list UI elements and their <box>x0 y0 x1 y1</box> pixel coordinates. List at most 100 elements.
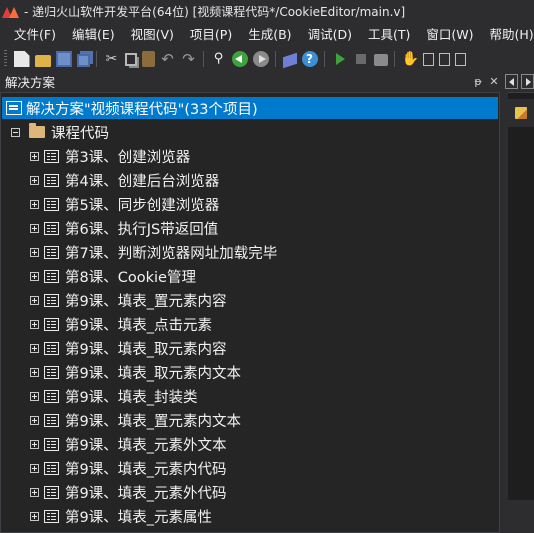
window-tool-icon[interactable] <box>438 53 450 66</box>
solution-root-node[interactable]: 解决方案"视频课程代码"(33个项目) <box>2 97 498 119</box>
menu-file[interactable]: 文件(F) <box>0 24 63 43</box>
toolbar-grip[interactable] <box>4 50 7 68</box>
tree-project-row[interactable]: 第7课、判断浏览器网址加载完毕 <box>30 240 277 264</box>
project-icon <box>44 485 59 499</box>
undo-icon[interactable]: ↶ <box>160 51 176 67</box>
tree-project-row[interactable]: 第6课、执行JS带返回值 <box>30 216 218 240</box>
window-tool-icon[interactable] <box>454 53 466 66</box>
save-icon[interactable] <box>55 51 72 67</box>
project-icon <box>44 317 59 331</box>
paste-icon[interactable] <box>141 51 155 67</box>
project-icon <box>44 413 59 427</box>
expand-toggle-icon[interactable] <box>30 439 39 449</box>
editor-bottom-bar <box>508 500 534 533</box>
solution-explorer-header: 解决方案 ᵽ ✕ <box>0 72 502 91</box>
app-logo-icon <box>2 4 20 18</box>
project-label: 第6课、执行JS带返回值 <box>65 221 219 238</box>
expand-toggle-icon[interactable] <box>30 367 39 377</box>
scroll-left-icon[interactable] <box>505 74 518 89</box>
folder-label: 课程代码 <box>51 125 109 142</box>
code-editor-area[interactable] <box>508 92 534 533</box>
pin-icon[interactable]: ᵽ <box>470 75 486 88</box>
solution-root-label: 解决方案"视频课程代码"(33个项目) <box>26 101 258 118</box>
menu-window[interactable]: 窗口(W) <box>417 24 480 43</box>
tree-project-row[interactable]: 第3课、创建浏览器 <box>30 144 190 168</box>
tree-project-row[interactable]: 第4课、创建后台浏览器 <box>30 168 219 192</box>
redo-icon[interactable]: ↷ <box>181 51 197 67</box>
expand-toggle-icon[interactable] <box>30 487 39 497</box>
project-icon <box>44 389 59 403</box>
tree-project-row[interactable]: 第9课、填表_封装类 <box>30 384 197 408</box>
toolbar-separator <box>96 51 97 67</box>
tree-project-row[interactable]: 第9课、填表_元素外代码 <box>30 480 226 504</box>
tree-project-row[interactable]: 第9课、填表_取元素内文本 <box>30 360 241 384</box>
navigate-back-icon[interactable] <box>231 51 248 67</box>
expand-toggle-icon[interactable] <box>30 295 39 305</box>
editor-tab[interactable] <box>508 99 534 127</box>
collapse-toggle-icon[interactable] <box>11 127 20 137</box>
expand-toggle-icon[interactable] <box>30 391 39 401</box>
expand-toggle-icon[interactable] <box>30 415 39 425</box>
project-label: 第9课、填表_元素内代码 <box>65 461 227 478</box>
menu-build[interactable]: 生成(B) <box>239 24 298 43</box>
open-folder-icon[interactable] <box>34 54 51 67</box>
project-label: 第9课、填表_取元素内文本 <box>65 365 241 382</box>
stop-icon[interactable] <box>353 51 369 67</box>
tree-folder-row[interactable]: 课程代码 <box>11 120 109 144</box>
project-label: 第4课、创建后台浏览器 <box>65 173 220 190</box>
menu-tools[interactable]: 工具(T) <box>359 24 417 43</box>
menu-bar: 文件(F) 编辑(E) 视图(V) 项目(P) 生成(B) 调试(D) 工具(T… <box>0 22 534 44</box>
expand-toggle-icon[interactable] <box>30 511 39 521</box>
toolbar: ✂ ↶ ↷ ⚲ ? ✋ <box>0 46 534 72</box>
new-file-icon[interactable] <box>13 51 30 67</box>
find-icon[interactable]: ⚲ <box>211 51 227 67</box>
expand-toggle-icon[interactable] <box>30 343 39 353</box>
expand-toggle-icon[interactable] <box>30 319 39 329</box>
expand-toggle-icon[interactable] <box>30 463 39 473</box>
bookmark-icon[interactable] <box>282 52 297 69</box>
window-title: - 递归火山软件开发平台(64位) [视频课程代码*/CookieEditor/… <box>24 4 406 19</box>
project-icon <box>44 509 59 523</box>
tree-project-row[interactable]: 第5课、同步创建浏览器 <box>30 192 219 216</box>
tree-project-row[interactable]: 第9课、填表_取元素内容 <box>30 336 226 360</box>
copy-icon[interactable] <box>124 52 137 66</box>
tree-project-row[interactable]: 第9课、填表_点击元素 <box>30 312 212 336</box>
menu-project[interactable]: 项目(P) <box>181 24 239 43</box>
tree-project-row[interactable]: 第9课、填表_元素属性 <box>30 504 212 528</box>
edit-file-icon <box>515 107 527 119</box>
build-icon[interactable] <box>373 54 388 66</box>
scroll-right-icon[interactable] <box>521 74 534 89</box>
solution-explorer-title: 解决方案 <box>5 75 56 90</box>
panel-splitter[interactable] <box>500 92 508 533</box>
expand-toggle-icon[interactable] <box>30 199 39 209</box>
run-icon[interactable] <box>332 51 348 67</box>
tree-project-row[interactable]: 第9课、填表_置元素内容 <box>30 288 226 312</box>
menu-debug[interactable]: 调试(D) <box>299 24 359 43</box>
folder-icon <box>29 123 45 138</box>
solution-explorer-tree: 解决方案"视频课程代码"(33个项目) 课程代码 第3课、创建浏览器 第4课、创… <box>0 92 500 533</box>
project-label: 第7课、判断浏览器网址加载完毕 <box>65 245 278 262</box>
navigate-forward-icon[interactable] <box>252 51 269 67</box>
window-tool-icon[interactable] <box>422 53 434 66</box>
menu-edit[interactable]: 编辑(E) <box>63 24 122 43</box>
window-title-bar: - 递归火山软件开发平台(64位) [视频课程代码*/CookieEditor/… <box>0 0 534 22</box>
hand-icon[interactable]: ✋ <box>402 51 419 67</box>
help-icon[interactable]: ? <box>301 51 318 67</box>
menu-help[interactable]: 帮助(H) <box>480 24 534 43</box>
tree-project-row[interactable]: 第8课、Cookie管理 <box>30 264 196 288</box>
tree-project-row[interactable]: 第9课、填表_置元素内文本 <box>30 408 241 432</box>
project-icon <box>44 245 59 259</box>
project-label: 第3课、创建浏览器 <box>65 149 191 166</box>
project-label: 第8课、Cookie管理 <box>65 269 196 286</box>
tree-project-row[interactable]: 第9课、填表_元素外文本 <box>30 432 226 456</box>
expand-toggle-icon[interactable] <box>30 271 39 281</box>
close-icon[interactable]: ✕ <box>486 75 502 88</box>
expand-toggle-icon[interactable] <box>30 247 39 257</box>
expand-toggle-icon[interactable] <box>30 175 39 185</box>
cut-icon[interactable]: ✂ <box>104 51 120 67</box>
expand-toggle-icon[interactable] <box>30 223 39 233</box>
expand-toggle-icon[interactable] <box>30 151 39 161</box>
menu-view[interactable]: 视图(V) <box>122 24 181 43</box>
tree-project-row[interactable]: 第9课、填表_元素内代码 <box>30 456 226 480</box>
save-all-icon[interactable] <box>76 54 90 67</box>
